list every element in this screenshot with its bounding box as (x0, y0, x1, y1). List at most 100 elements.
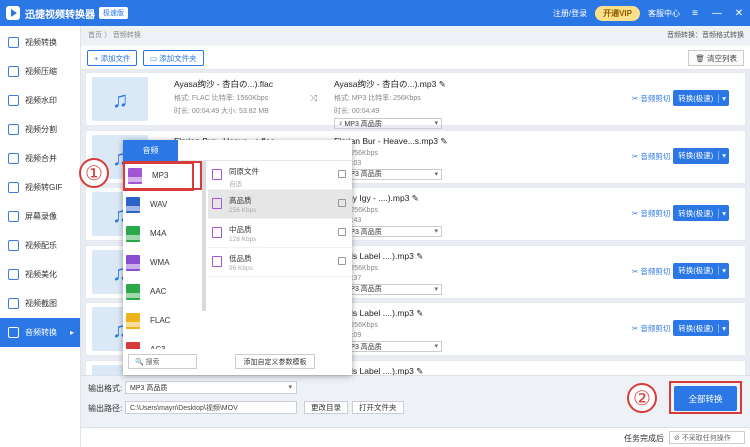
add-folder-button[interactable]: ▭ 添加文件夹 (143, 50, 204, 66)
menu-icon[interactable]: ≡ (688, 8, 702, 19)
audio-cut-button[interactable]: ✂ 音频剪切 (632, 151, 670, 162)
sidebar-item-3[interactable]: 视频分割 (0, 115, 80, 144)
chevron-down-icon[interactable]: ▾ (718, 208, 729, 218)
open-folder-button[interactable]: 打开文件夹 (352, 401, 404, 414)
change-dir-button[interactable]: 更改目录 (304, 401, 348, 414)
toolbar: + 添加文件 ▭ 添加文件夹 🗑 清空列表 (81, 46, 750, 70)
search-placeholder: 搜索 (145, 358, 160, 366)
quality-item[interactable]: 同原文件 自适 (208, 161, 352, 190)
format-scrollbar[interactable] (202, 161, 206, 311)
target-file-name: ounds Label ....).mp3 ✎ (334, 251, 494, 262)
swap-icon: ⤨ (310, 93, 318, 103)
callout-one: ① (79, 158, 109, 188)
format-item-m4a[interactable]: M4A (123, 219, 202, 248)
after-task-select[interactable]: ⊘ 不采取任何操作 (669, 431, 745, 444)
tab-audio[interactable]: 音频 (123, 140, 178, 161)
audio-file-icon (212, 256, 222, 267)
edit-icon[interactable]: ✎ (440, 136, 447, 146)
target-info: ounds Label ....).mp3 ✎ MP3 256Kbps 00:02:… (334, 308, 494, 352)
clear-list-button[interactable]: 🗑 清空列表 (688, 50, 744, 66)
chevron-down-icon[interactable]: ▾ (718, 323, 729, 333)
breadcrumb-right: 音频转换：音频格式转换 (667, 32, 744, 39)
target-meta: 时长: 00:04:49 (334, 108, 380, 115)
format-item-wma[interactable]: WMA (123, 248, 202, 277)
target-meta: 00:03:03 (334, 160, 494, 167)
after-task-value: 不采取任何操作 (681, 434, 731, 442)
format-item-wav[interactable]: WAV (123, 190, 202, 219)
login-link[interactable]: 注册/登录 (553, 8, 587, 19)
format-name: WAV (150, 200, 168, 209)
file-format-icon (126, 225, 140, 242)
edit-icon[interactable] (338, 170, 346, 178)
edit-icon[interactable]: ✎ (416, 251, 423, 261)
service-link[interactable]: 客服中心 (648, 8, 680, 19)
format-item-flac[interactable]: FLAC (123, 306, 202, 335)
edit-icon[interactable] (338, 257, 346, 265)
sidebar-item-7[interactable]: 视频配乐 (0, 231, 80, 260)
vip-button[interactable]: 开通VIP (595, 5, 640, 21)
sidebar-item-label: 视频分割 (25, 125, 57, 134)
output-format-select[interactable]: MP3 高品质 (125, 381, 297, 394)
convert-button[interactable]: 转换(极速) ▾ (673, 320, 729, 336)
sidebar-item-4[interactable]: 视频合并 (0, 144, 80, 173)
format-name: WMA (150, 258, 170, 267)
close-icon[interactable]: ✕ (732, 8, 746, 19)
sidebar-item-0[interactable]: 视频转换 (0, 28, 80, 57)
convert-label: 转换(极速) (678, 323, 714, 333)
audio-cut-button[interactable]: ✂ 音频剪切 (632, 208, 670, 219)
sidebar-item-label: 音频转换 (25, 328, 57, 337)
sidebar-item-icon (8, 182, 19, 193)
target-format-select[interactable]: ♪ MP3 高品质 (334, 118, 442, 129)
chevron-down-icon[interactable]: ▾ (718, 266, 729, 275)
edit-icon[interactable]: ✎ (439, 79, 446, 89)
sidebar-item-2[interactable]: 视频水印 (0, 86, 80, 115)
output-path-field[interactable]: C:\Users\mayn\Desktop\视频\MOV (125, 401, 297, 414)
format-search-input[interactable]: 🔍 搜索 (128, 354, 197, 369)
sidebar-item-10[interactable]: 音频转换 ▸ (0, 318, 80, 347)
quality-item[interactable]: 高品质 256 Kbps (208, 190, 352, 219)
quality-item[interactable]: 中品质 128 Kbps (208, 219, 352, 248)
convert-button[interactable]: 转换(极速) ▾ (673, 90, 729, 106)
target-format-value: MP3 高品质 (344, 120, 382, 128)
convert-label: 转换(极速) (678, 151, 714, 160)
minimize-icon[interactable]: — (710, 8, 724, 19)
sidebar-item-9[interactable]: 视频截图 (0, 289, 80, 318)
convert-button[interactable]: 转换(极速) ▾ (673, 147, 729, 164)
convert-button[interactable]: 转换(极速) ▾ (673, 205, 729, 221)
target-meta: MP3 256Kbps (334, 207, 378, 214)
format-item-aac[interactable]: AAC (123, 277, 202, 306)
sidebar-item-icon (8, 327, 19, 338)
audio-cut-button[interactable]: ✂ 音频剪切 (632, 93, 670, 104)
quality-item[interactable]: 低品质 96 Kbps (208, 248, 352, 277)
target-file-name: - Tony Igy - ....).mp3 ✎ (334, 193, 494, 204)
sidebar-item-label: 视频截图 (25, 299, 57, 308)
sidebar-item-1[interactable]: 视频压缩 (0, 57, 80, 86)
format-item-ac3[interactable]: AC3 (123, 335, 202, 349)
target-file-name: Ayasa绚沙 - 杏白の...).mp3 ✎ (334, 78, 494, 90)
target-info: - Tony Igy - ....).mp3 ✎ MP3 256Kbps 00:03… (334, 193, 494, 237)
convert-button[interactable]: 转换(极速) ▾ (673, 262, 729, 279)
edit-icon[interactable] (338, 199, 346, 207)
quality-name: 低品质 (229, 254, 252, 263)
edit-icon[interactable]: ✎ (412, 193, 419, 203)
sidebar-item-5[interactable]: 视频转GIF (0, 173, 80, 202)
target-info: ounds Label ....).mp3 ✎ MP3 256Kbps 00:02:… (334, 251, 494, 295)
target-meta: 00:02:09 (334, 332, 494, 339)
file-row[interactable]: ♫ Ayasa绚沙 - 杏白の...).flac 格式: FLAC 比特率: 156… (85, 72, 746, 129)
chevron-down-icon[interactable]: ▾ (718, 151, 729, 160)
audio-cut-button[interactable]: ✂ 音频剪切 (632, 323, 670, 334)
add-custom-template-button[interactable]: 添加自定义参数模板 (235, 354, 315, 369)
sidebar-item-icon (8, 37, 19, 48)
add-folder-label: 添加文件夹 (159, 53, 197, 63)
audio-cut-button[interactable]: ✂ 音频剪切 (632, 266, 670, 277)
format-name: M4A (150, 229, 167, 238)
quality-bitrate: 自适 (229, 181, 242, 188)
edit-icon[interactable]: ✎ (416, 366, 423, 376)
sidebar-item-6[interactable]: 屏幕录像 (0, 202, 80, 231)
sidebar-item-8[interactable]: 视频美化 (0, 260, 80, 289)
add-file-button[interactable]: + 添加文件 (87, 50, 138, 66)
edit-icon[interactable]: ✎ (416, 308, 423, 318)
chevron-down-icon[interactable]: ▾ (718, 93, 729, 103)
edit-icon[interactable] (338, 228, 346, 236)
audio-file-icon (212, 198, 222, 209)
